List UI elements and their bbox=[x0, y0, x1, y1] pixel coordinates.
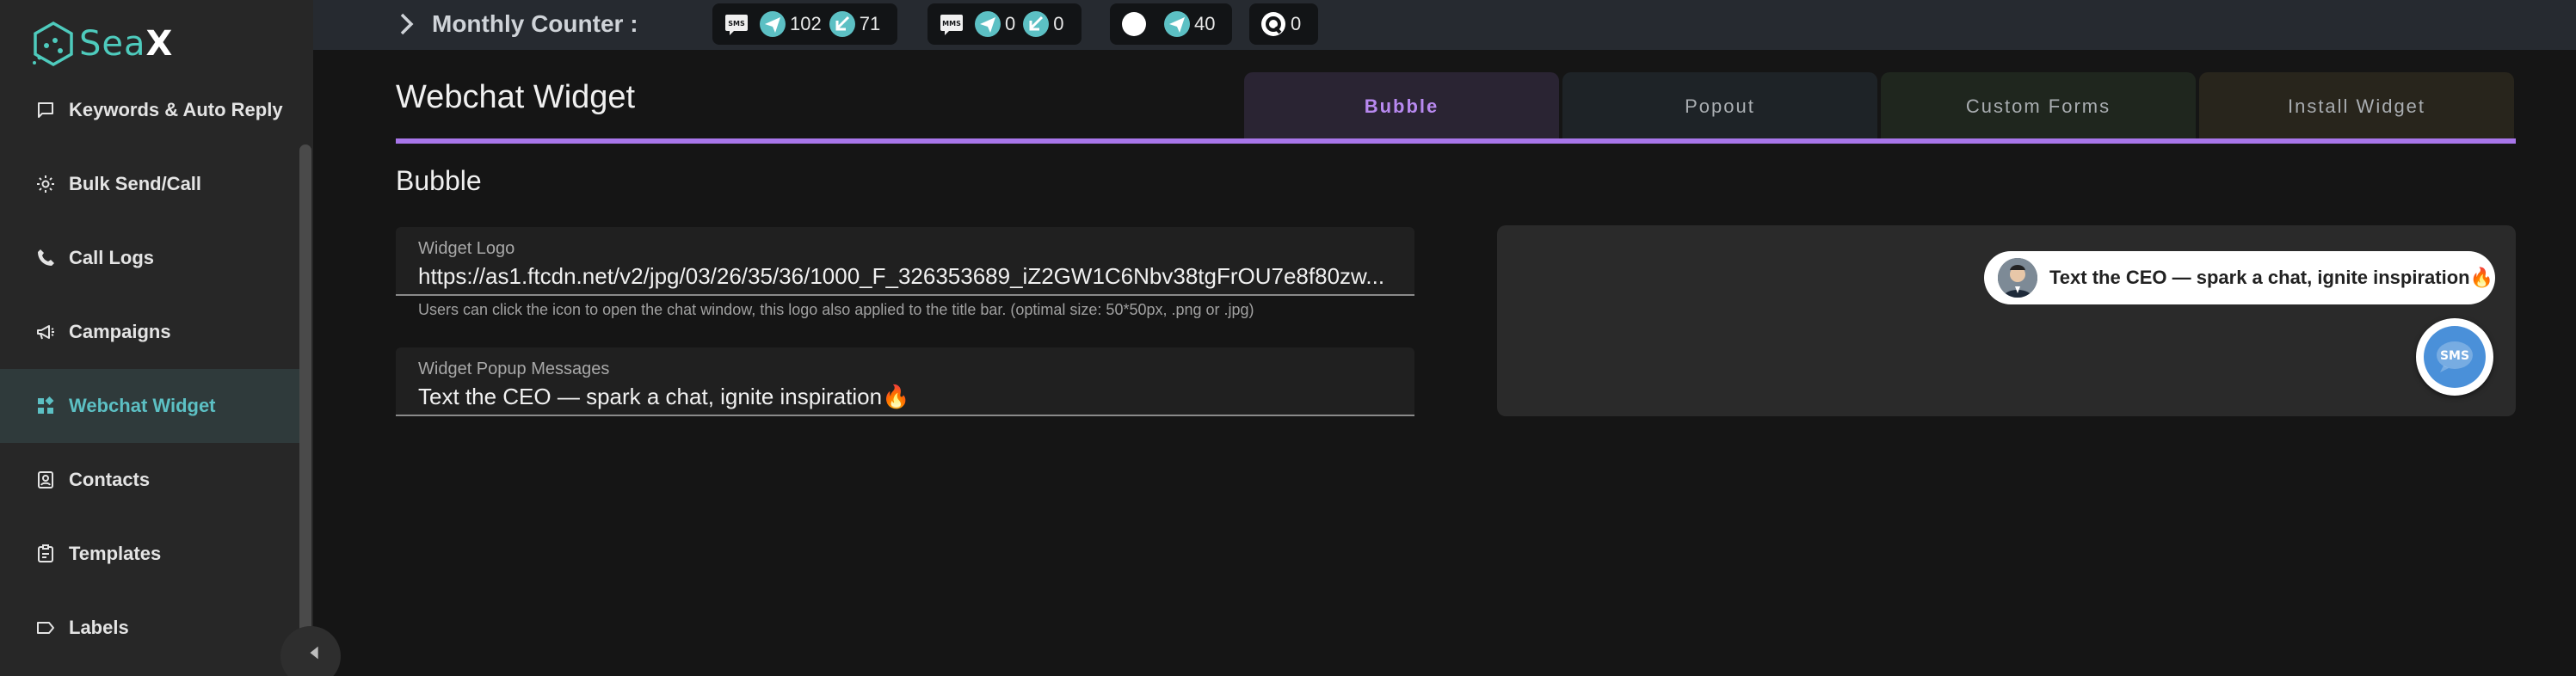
section-title: Bubble bbox=[396, 165, 482, 196]
sms-launcher-label: SMS bbox=[2440, 349, 2469, 363]
gear-icon bbox=[34, 173, 57, 195]
monthly-counter-toggle[interactable]: Monthly Counter : bbox=[397, 9, 638, 40]
avatar bbox=[1998, 258, 2037, 298]
widget-logo-helper-text: Users can click the icon to open the cha… bbox=[418, 301, 1254, 318]
logo-text: SeaX bbox=[79, 24, 174, 64]
tab-underline bbox=[396, 138, 2516, 144]
received-icon bbox=[1022, 10, 1050, 38]
sms-counter-chip: SMS 102 71 bbox=[712, 3, 898, 45]
sidebar-item-label: Labels bbox=[69, 617, 129, 638]
megaphone-icon bbox=[34, 321, 57, 343]
received-icon bbox=[829, 10, 856, 38]
circle-icon bbox=[1120, 10, 1148, 38]
widget-popup-input[interactable]: Text the CEO — spark a chat, ignite insp… bbox=[418, 384, 1392, 410]
widget-popup-label: Widget Popup Messages bbox=[418, 360, 610, 378]
sidebar-item-label: Webchat Widget bbox=[69, 395, 216, 416]
sms-sent-count: 102 bbox=[790, 13, 822, 34]
sidebar-scrollbar[interactable] bbox=[299, 144, 311, 676]
mms-received-count: 0 bbox=[1053, 13, 1064, 34]
sidebar-item-label: Templates bbox=[69, 543, 162, 564]
sidebar-item-label: Campaigns bbox=[69, 321, 171, 342]
svg-text:SMS: SMS bbox=[728, 20, 745, 28]
sidebar-nav: Keywords & Auto Reply Bulk Send/Call Cal… bbox=[0, 73, 299, 665]
widget-logo-input[interactable]: https://as1.ftcdn.net/v2/jpg/03/26/35/36… bbox=[418, 263, 1392, 290]
seax-logo-icon bbox=[33, 21, 73, 67]
widgets-icon bbox=[34, 395, 57, 417]
template-icon bbox=[34, 543, 57, 565]
tab-install-widget[interactable]: Install Widget bbox=[2199, 72, 2514, 141]
chevron-right-icon bbox=[400, 13, 414, 35]
channel-sent-count: 40 bbox=[1194, 13, 1216, 34]
label-icon bbox=[34, 617, 57, 639]
page-title: Webchat Widget bbox=[396, 79, 636, 115]
widget-logo-label: Widget Logo bbox=[418, 239, 515, 258]
tab-custom-forms[interactable]: Custom Forms bbox=[1881, 72, 2196, 141]
widget-logo-field[interactable]: Widget Logo https://as1.ftcdn.net/v2/jpg… bbox=[396, 227, 1414, 296]
monthly-counter-title: Monthly Counter : bbox=[432, 10, 638, 37]
sidebar-item-templates[interactable]: Templates bbox=[0, 517, 299, 591]
message-square-icon bbox=[34, 99, 57, 121]
sidebar-item-label: Call Logs bbox=[69, 247, 155, 268]
app-logo[interactable]: SeaX bbox=[29, 19, 173, 69]
sidebar-item-campaigns[interactable]: Campaigns bbox=[0, 295, 299, 369]
sidebar-item-keywords[interactable]: Keywords & Auto Reply bbox=[0, 73, 299, 147]
sidebar-item-bulk-send[interactable]: Bulk Send/Call bbox=[0, 147, 299, 221]
popup-bubble[interactable]: Text the CEO — spark a chat, ignite insp… bbox=[1984, 251, 2495, 304]
channel-counter-chip: 40 bbox=[1110, 3, 1233, 45]
tab-popout[interactable]: Popout bbox=[1562, 72, 1877, 141]
sidebar-item-label: Keywords & Auto Reply bbox=[69, 99, 283, 120]
top-bar: Monthly Counter : SMS 102 71 MMS 0 0 40 … bbox=[313, 0, 2576, 50]
widget-popup-field[interactable]: Widget Popup Messages Text the CEO — spa… bbox=[396, 347, 1414, 416]
sidebar: SeaX Keywords & Auto Reply Bulk Send/Cal… bbox=[0, 0, 313, 676]
sms-received-count: 71 bbox=[859, 13, 881, 34]
sidebar-item-call-logs[interactable]: Call Logs bbox=[0, 221, 299, 295]
mms-sent-count: 0 bbox=[1005, 13, 1016, 34]
mms-counter-chip: MMS 0 0 bbox=[927, 3, 1082, 45]
popup-bubble-text: Text the CEO — spark a chat, ignite insp… bbox=[2049, 267, 2493, 288]
sent-icon bbox=[1163, 10, 1191, 38]
sidebar-item-label: Contacts bbox=[69, 469, 151, 490]
sidebar-item-label: Bulk Send/Call bbox=[69, 173, 202, 194]
tab-bubble[interactable]: Bubble bbox=[1244, 72, 1559, 141]
sent-icon bbox=[759, 10, 786, 38]
sms-icon: SMS bbox=[723, 10, 750, 38]
collapse-sidebar-button[interactable] bbox=[280, 626, 341, 676]
widget-preview: Text the CEO — spark a chat, ignite insp… bbox=[1497, 225, 2516, 416]
sms-launcher-button[interactable]: SMS bbox=[2416, 318, 2493, 396]
sidebar-item-labels[interactable]: Labels bbox=[0, 591, 299, 665]
mms-icon: MMS bbox=[938, 10, 965, 38]
chevron-left-icon bbox=[310, 646, 318, 660]
sidebar-item-contacts[interactable]: Contacts bbox=[0, 443, 299, 517]
contact-card-icon bbox=[34, 469, 57, 491]
chat-bubble-icon bbox=[1260, 10, 1287, 38]
svg-text:MMS: MMS bbox=[942, 20, 961, 28]
phone-icon bbox=[34, 247, 57, 269]
sidebar-item-webchat-widget[interactable]: Webchat Widget bbox=[0, 369, 299, 443]
chat-count: 0 bbox=[1291, 13, 1302, 34]
sent-icon bbox=[974, 10, 1001, 38]
sms-bubble-icon: SMS bbox=[2424, 326, 2486, 388]
chat-counter-chip: 0 bbox=[1249, 3, 1319, 45]
